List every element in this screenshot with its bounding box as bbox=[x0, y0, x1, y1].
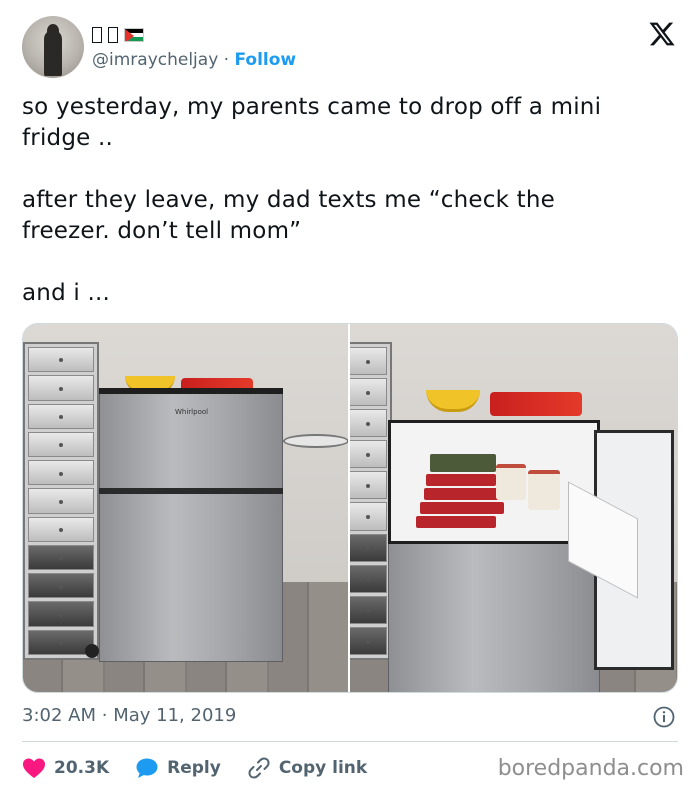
like-count: 20.3K bbox=[54, 758, 110, 778]
ice-cream-cup bbox=[496, 464, 526, 500]
side-table bbox=[283, 434, 348, 448]
drawer bbox=[28, 375, 94, 401]
link-icon bbox=[248, 757, 270, 779]
tweet-media[interactable]: Whirlpool bbox=[22, 323, 678, 693]
ice-cream-sandwich-pack bbox=[424, 488, 502, 500]
fridge-door-seam bbox=[99, 488, 283, 494]
copy-link-label: Copy link bbox=[278, 758, 368, 778]
tweet-text: so yesterday, my parents came to drop of… bbox=[22, 94, 602, 306]
display-name[interactable] bbox=[92, 24, 144, 46]
action-bar: 20.3K Reply Copy link bbox=[22, 752, 393, 784]
avatar-figure-body bbox=[44, 30, 62, 76]
drawer bbox=[350, 471, 387, 500]
drawer bbox=[28, 403, 94, 429]
reply-label: Reply bbox=[167, 758, 221, 778]
tweet-header: @imraycheljay · Follow bbox=[22, 16, 682, 78]
name-glyph-box bbox=[92, 27, 102, 43]
drawer bbox=[350, 533, 387, 562]
time-separator: · bbox=[101, 705, 108, 726]
drawer-cart bbox=[350, 342, 392, 660]
drawer bbox=[350, 347, 387, 376]
like-button[interactable]: 20.3K bbox=[22, 757, 109, 779]
fridge-brand: Whirlpool bbox=[175, 408, 209, 416]
handle-separator: · bbox=[223, 50, 230, 70]
user-handle[interactable]: @imraycheljay bbox=[92, 50, 218, 70]
info-icon[interactable] bbox=[652, 705, 676, 729]
ice-cream-cup bbox=[528, 470, 560, 510]
drawer bbox=[28, 601, 94, 627]
reply-button[interactable]: Reply bbox=[135, 757, 221, 779]
fridge-top bbox=[99, 388, 283, 394]
name-glyph-box bbox=[108, 27, 118, 43]
mini-fridge bbox=[388, 542, 600, 692]
drawer bbox=[350, 626, 387, 655]
cart-wheel bbox=[85, 644, 99, 658]
drawer bbox=[350, 409, 387, 438]
follow-button[interactable]: Follow bbox=[234, 50, 296, 70]
divider bbox=[22, 741, 678, 742]
drawer bbox=[28, 488, 94, 514]
drawer bbox=[350, 564, 387, 593]
ice-cream-sandwich-pack bbox=[420, 502, 504, 514]
ice-cream-box bbox=[430, 454, 496, 472]
avatar[interactable] bbox=[22, 16, 84, 78]
drawer bbox=[28, 431, 94, 458]
drawer bbox=[350, 595, 387, 624]
ice-cream-sandwich-pack bbox=[426, 474, 496, 486]
reply-bubble-icon bbox=[136, 758, 158, 778]
drawer bbox=[350, 378, 387, 407]
tweet-time: 3:02 AM bbox=[22, 705, 96, 726]
boredpanda-watermark: boredpanda.com bbox=[497, 756, 684, 781]
drawer bbox=[28, 573, 94, 599]
drawer bbox=[28, 544, 94, 571]
crackers-box bbox=[490, 392, 582, 416]
ice-cream-sandwich-pack bbox=[416, 516, 496, 528]
handle-row: @imraycheljay · Follow bbox=[92, 50, 296, 70]
mini-fridge bbox=[99, 390, 283, 662]
photo-closed-fridge[interactable]: Whirlpool bbox=[23, 324, 348, 692]
photo-open-freezer[interactable] bbox=[350, 324, 677, 692]
copy-link-button[interactable]: Copy link bbox=[247, 756, 367, 780]
drawer bbox=[28, 516, 94, 542]
palestine-flag-icon bbox=[124, 28, 144, 42]
timestamp[interactable]: 3:02 AM · May 11, 2019 bbox=[22, 705, 236, 726]
drawer bbox=[350, 502, 387, 531]
x-logo-icon[interactable] bbox=[648, 20, 676, 48]
tweet-date: May 11, 2019 bbox=[113, 705, 237, 726]
drawer bbox=[28, 347, 94, 373]
drawer bbox=[28, 460, 94, 486]
drawer bbox=[350, 440, 387, 469]
drawer-cart bbox=[23, 342, 99, 660]
heart-icon bbox=[23, 758, 45, 778]
